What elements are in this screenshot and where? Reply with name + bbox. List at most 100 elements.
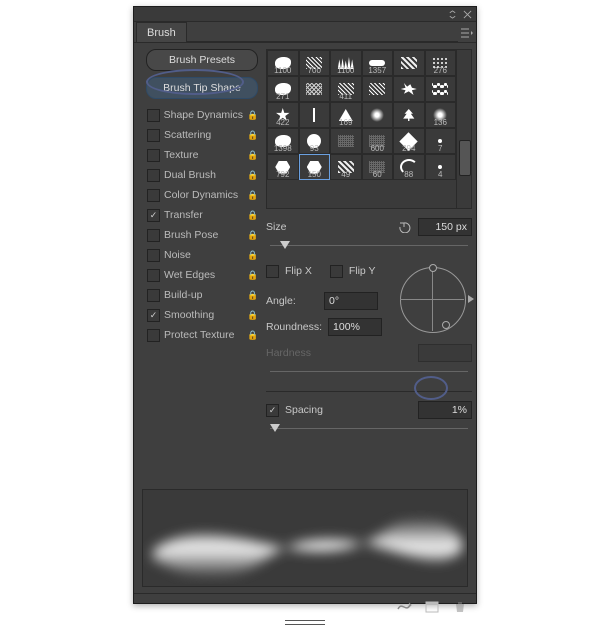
checkbox[interactable] <box>147 129 160 142</box>
settings-area: 1100700110013572762714114221691361398936… <box>264 49 472 483</box>
sidebar-item-wet-edges[interactable]: Wet Edges🔒 <box>142 265 262 285</box>
brush-thumb[interactable]: 136 <box>425 102 457 128</box>
sidebar-item-protect-texture[interactable]: Protect Texture🔒 <box>142 325 262 345</box>
scrollbar[interactable] <box>456 50 471 208</box>
resize-grip[interactable] <box>134 620 476 625</box>
flipy-checkbox[interactable] <box>330 265 343 278</box>
checkbox[interactable] <box>147 189 160 202</box>
sidebar-item-noise[interactable]: Noise🔒 <box>142 245 262 265</box>
sidebar-item-texture[interactable]: Texture🔒 <box>142 145 262 165</box>
sidebar-item-transfer[interactable]: ✓Transfer🔒 <box>142 205 262 225</box>
checkbox[interactable] <box>147 109 160 122</box>
lock-icon[interactable]: 🔒 <box>247 270 257 281</box>
size-slider[interactable] <box>270 239 468 253</box>
lock-icon[interactable]: 🔒 <box>247 170 257 181</box>
brush-thumb[interactable] <box>330 128 362 154</box>
sidebar-item-scattering[interactable]: Scattering🔒 <box>142 125 262 145</box>
reset-size-icon[interactable] <box>398 219 414 235</box>
brush-thumb[interactable]: 7 <box>425 128 457 154</box>
spacing-slider[interactable] <box>270 422 468 436</box>
brush-thumb[interactable]: 88 <box>393 154 425 180</box>
roundness-input[interactable]: 100% <box>328 318 382 336</box>
flyout-menu-icon[interactable] <box>458 24 476 42</box>
tab-brush[interactable]: Brush <box>136 22 187 42</box>
lock-icon[interactable]: 🔒 <box>247 310 257 321</box>
brush-thumb[interactable]: 411 <box>330 76 362 102</box>
titlebar <box>134 7 476 22</box>
checkbox[interactable] <box>147 229 160 242</box>
checkbox[interactable] <box>147 329 160 342</box>
new-brush-icon[interactable] <box>424 599 440 615</box>
brush-thumb[interactable] <box>393 76 425 102</box>
checkbox[interactable]: ✓ <box>147 309 160 322</box>
brush-thumb[interactable]: 1357 <box>362 50 394 76</box>
trash-icon[interactable] <box>452 599 468 615</box>
brush-thumb[interactable]: 294 <box>393 128 425 154</box>
brush-thumb[interactable]: 150 <box>299 154 331 180</box>
lock-icon[interactable]: 🔒 <box>247 330 257 341</box>
brush-size-label: 700 <box>300 66 330 75</box>
sidebar-item-dual-brush[interactable]: Dual Brush🔒 <box>142 165 262 185</box>
brush-thumb[interactable]: 600 <box>362 128 394 154</box>
sidebar-item-build-up[interactable]: Build-up🔒 <box>142 285 262 305</box>
brush-thumb[interactable]: 422 <box>267 102 299 128</box>
size-input[interactable]: 150 px <box>418 218 472 236</box>
checkbox[interactable] <box>147 169 160 182</box>
brush-thumb[interactable] <box>393 50 425 76</box>
brush-thumb[interactable]: 49 <box>330 154 362 180</box>
sidebar-item-color-dynamics[interactable]: Color Dynamics🔒 <box>142 185 262 205</box>
scroll-thumb[interactable] <box>459 140 471 176</box>
brush-thumb[interactable]: 169 <box>330 102 362 128</box>
lock-icon[interactable]: 🔒 <box>247 250 257 261</box>
roundness-label: Roundness: <box>266 321 322 333</box>
close-icon[interactable] <box>463 10 472 19</box>
sidebar-item-smoothing[interactable]: ✓Smoothing🔒 <box>142 305 262 325</box>
brush-thumb[interactable]: 1100 <box>267 50 299 76</box>
lock-icon[interactable]: 🔒 <box>247 210 257 221</box>
brush-thumb[interactable] <box>362 102 394 128</box>
lock-icon[interactable]: 🔒 <box>247 110 257 121</box>
brush-size-label: 1100 <box>331 66 361 75</box>
brush-size-label: 136 <box>426 118 456 127</box>
brush-thumb[interactable]: 271 <box>267 76 299 102</box>
angle-input[interactable]: 0° <box>324 292 378 310</box>
brush-thumb[interactable] <box>362 76 394 102</box>
brush-size-label: 276 <box>426 66 456 75</box>
brush-size-label: 1100 <box>268 66 298 75</box>
checkbox[interactable] <box>147 269 160 282</box>
brush-thumb[interactable]: 276 <box>425 50 457 76</box>
checkbox[interactable] <box>147 249 160 262</box>
brush-thumb[interactable] <box>393 102 425 128</box>
brush-thumb[interactable]: 1398 <box>267 128 299 154</box>
checkbox[interactable] <box>147 289 160 302</box>
label: Brush Presets <box>169 54 235 66</box>
spacing-checkbox[interactable]: ✓ <box>266 404 279 417</box>
lock-icon[interactable]: 🔒 <box>247 190 257 201</box>
brush-size-label: 88 <box>394 170 424 179</box>
spacing-input[interactable]: 1% <box>418 401 472 419</box>
checkbox[interactable]: ✓ <box>147 209 160 222</box>
brush-thumb[interactable]: 700 <box>299 50 331 76</box>
brush-thumb[interactable]: 4 <box>425 154 457 180</box>
sidebar-item-shape-dynamics[interactable]: Shape Dynamics🔒 <box>142 105 262 125</box>
brush-thumb[interactable]: 60 <box>362 154 394 180</box>
sidebar-item-brush-pose[interactable]: Brush Pose🔒 <box>142 225 262 245</box>
flipx-checkbox[interactable] <box>266 265 279 278</box>
brush-thumb[interactable] <box>299 102 331 128</box>
brush-presets-button[interactable]: Brush Presets <box>146 49 258 71</box>
lock-icon[interactable]: 🔒 <box>247 290 257 301</box>
brush-thumb[interactable]: 93 <box>299 128 331 154</box>
brush-tip-shape-button[interactable]: Brush Tip Shape <box>146 77 258 99</box>
angle-widget[interactable] <box>396 263 468 335</box>
brush-panel: Brush Brush Presets Brush Tip Shape Shap… <box>133 6 477 604</box>
brush-thumb[interactable]: 792 <box>267 154 299 180</box>
lock-icon[interactable]: 🔒 <box>247 150 257 161</box>
lock-icon[interactable]: 🔒 <box>247 130 257 141</box>
toggle-live-preview-icon[interactable] <box>396 599 412 615</box>
lock-icon[interactable]: 🔒 <box>247 230 257 241</box>
brush-thumb[interactable] <box>299 76 331 102</box>
brush-thumb[interactable] <box>425 76 457 102</box>
checkbox[interactable] <box>147 149 160 162</box>
brush-thumb[interactable]: 1100 <box>330 50 362 76</box>
collapse-icon[interactable] <box>448 10 457 19</box>
